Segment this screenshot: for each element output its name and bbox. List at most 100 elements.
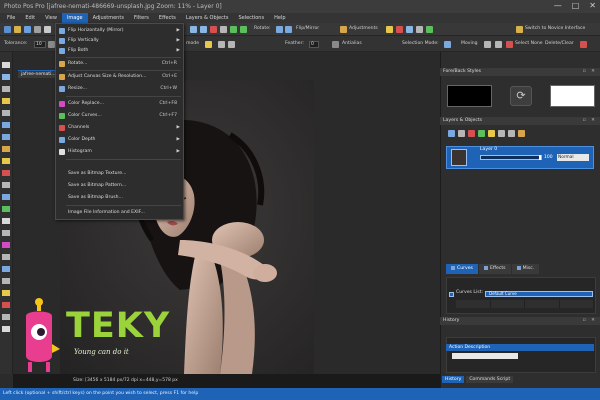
crop-icon[interactable] [210,26,217,33]
menu-view[interactable]: View [40,13,62,23]
save-icon[interactable] [24,26,31,33]
text-tool-icon[interactable] [2,218,10,224]
menu-item-color-curves[interactable]: Color Curves... Ctrl+F7 [56,111,183,121]
adjustments-button[interactable]: Adjustments [349,24,378,34]
eraser-tool-icon[interactable] [2,182,10,188]
fit-icon[interactable] [220,26,227,33]
color-picker-tool-icon[interactable] [2,242,10,248]
menu-item-channels[interactable]: Channels ▶ [56,123,183,133]
flip-mirror-button[interactable]: Flip/Mirror [296,24,319,34]
levels-icon[interactable] [416,26,423,33]
minimize-button[interactable]: — [554,1,562,10]
menu-adjustments[interactable]: Adjustments [88,13,129,23]
curves-icon[interactable] [426,26,433,33]
tolerance-spin-icon[interactable] [48,41,55,48]
sharpen-tool-icon[interactable] [2,326,10,332]
menu-selections[interactable]: Selections [233,13,269,23]
hue-icon[interactable] [406,26,413,33]
curves-list-checkbox[interactable] [449,292,454,297]
menu-item-adjust-canvas[interactable]: Adjust Canvas Size & Resolution... Ctrl+… [56,72,183,82]
selection-subtract-icon[interactable] [228,41,235,48]
menu-item-save-pattern[interactable]: Save as Bitmap Pattern... [56,181,183,191]
selection-mode-icon[interactable] [444,41,451,48]
lasso-tool-icon[interactable] [2,110,10,116]
layer-opacity-value[interactable]: 100 [544,155,553,160]
rect-select-tool-icon[interactable] [2,122,10,128]
zoom-out-icon[interactable] [200,26,207,33]
menu-item-resize[interactable]: Resize... Ctrl+W [56,84,183,94]
zoom-in-icon[interactable] [190,26,197,33]
menu-item-rotate[interactable]: Rotate... Ctrl+R [56,59,183,69]
arrow-tool-icon[interactable] [2,62,10,68]
layer-down-icon[interactable] [508,130,515,137]
panel-controls[interactable]: ▫ ✕ [583,68,597,76]
shape-tool-icon[interactable] [2,254,10,260]
tab-effects[interactable]: Effects [478,264,511,274]
curves-subtab[interactable] [456,300,491,308]
opacity-slider-knob[interactable] [539,155,541,160]
clone-tool-icon[interactable] [2,230,10,236]
menu-item-file-info[interactable]: Image File Information and EXIF... [56,208,183,218]
tab-commands-script[interactable]: Commands Script [466,376,514,383]
menu-item-histogram[interactable]: Histogram ▶ [56,147,183,157]
menu-filters[interactable]: Filters [129,13,154,23]
maximize-button[interactable]: □ [572,1,580,10]
smudge-tool-icon[interactable] [2,278,10,284]
rotate-button[interactable]: Rotate: [254,24,271,34]
print-icon[interactable] [34,26,41,33]
red-eye-tool-icon[interactable] [2,302,10,308]
menu-effects[interactable]: Effects [154,13,181,23]
hand-tool-icon[interactable] [2,86,10,92]
menu-item-flip-horizontally[interactable]: Flip Horizontally (Mirror) ▶ [56,26,183,36]
delete-icon[interactable] [580,41,587,48]
layer-opacity-slider[interactable] [480,155,542,160]
menu-item-flip-both[interactable]: Flip Both ▶ [56,46,183,56]
crop-tool-icon[interactable] [2,146,10,152]
new-file-icon[interactable] [4,26,11,33]
gradient-tool-icon[interactable] [2,206,10,212]
color-balance-icon[interactable] [396,26,403,33]
moving-label[interactable]: Moving [461,39,478,49]
menu-item-color-replace[interactable]: Color Replace... Ctrl+F8 [56,99,183,109]
rotate-left-icon[interactable] [276,26,283,33]
antialias-checkbox-icon[interactable] [332,41,339,48]
redo-icon[interactable] [240,26,247,33]
transform-icon[interactable] [495,41,502,48]
selection-add-icon[interactable] [218,41,225,48]
layer-up-icon[interactable] [498,130,505,137]
undo-icon[interactable] [230,26,237,33]
select-none-button[interactable]: Select None [515,39,543,49]
rotate-right-icon[interactable] [285,26,292,33]
menu-help[interactable]: Help [269,13,290,23]
layer-lock-icon[interactable] [518,130,525,137]
close-button[interactable]: ✕ [589,1,596,10]
menu-item-save-texture[interactable]: Save as Bitmap Texture... [56,169,183,179]
duplicate-layer-icon[interactable] [458,130,465,137]
delete-clear-button[interactable]: Delete/Clear [545,39,574,49]
menu-file[interactable]: File [2,13,20,23]
line-tool-icon[interactable] [2,266,10,272]
dodge-tool-icon[interactable] [2,290,10,296]
magic-wand-icon[interactable] [205,41,212,48]
merge-layer-icon[interactable] [478,130,485,137]
scan-icon[interactable] [44,26,51,33]
tolerance-input[interactable]: 10 [34,41,46,48]
menu-edit[interactable]: Edit [20,13,40,23]
tab-history[interactable]: History [442,376,465,383]
fill-tool-icon[interactable] [2,194,10,200]
zoom-tool-icon[interactable] [2,74,10,80]
background-color-swatch[interactable] [550,85,595,107]
curves-list-select[interactable]: Default Curve [485,291,593,297]
brightness-icon[interactable] [386,26,393,33]
feather-input[interactable]: 0 [309,41,319,48]
open-folder-icon[interactable] [14,26,21,33]
switch-novice-button[interactable]: Switch to Novice Interface [525,24,585,34]
menu-item-flip-vertically[interactable]: Flip Vertically ▶ [56,36,183,46]
history-item-selected[interactable]: Action Description [446,344,594,351]
menu-item-color-depth[interactable]: Color Depth ▶ [56,135,183,145]
tab-misc[interactable]: Misc. [511,264,540,274]
mode-label[interactable]: mode [186,39,199,49]
layer-blend-mode-select[interactable]: Normal [557,154,589,161]
swap-colors-icon[interactable]: ⟳ [510,86,532,106]
curves-subtab[interactable] [490,300,525,308]
